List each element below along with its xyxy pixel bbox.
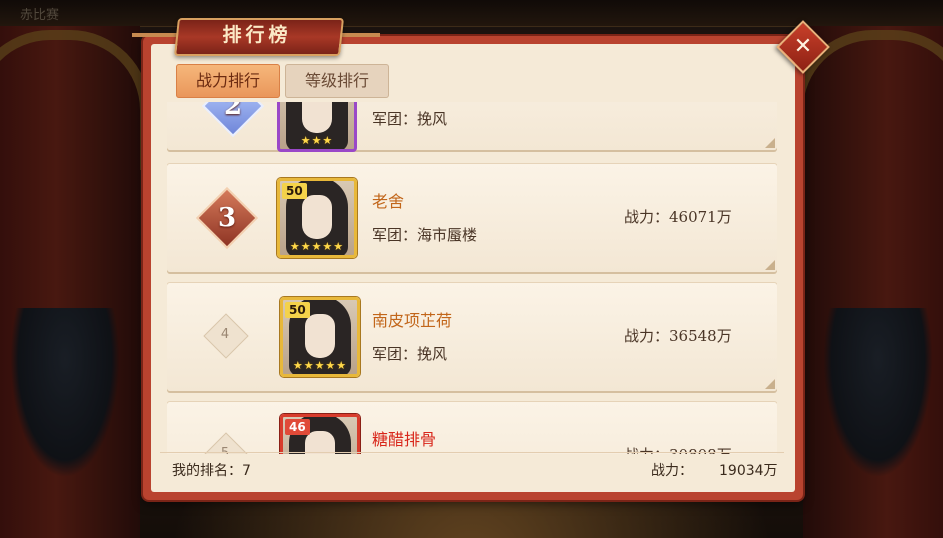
footer-divider: [160, 452, 784, 453]
player-name: 南皮项芷荷: [372, 311, 453, 330]
tab-level-ranking[interactable]: 等级排行: [285, 64, 389, 98]
ranking-row[interactable]: 4 50 ★★★★★ 南皮项芷荷 军团：挽风 战力：36548万: [167, 283, 777, 391]
player-power: 战力：46071万: [624, 208, 732, 226]
level-badge: 46: [285, 419, 310, 435]
my-power-label: 战力：: [651, 463, 693, 479]
player-power: 战力：36548万: [624, 327, 732, 345]
rank-number: 4: [220, 327, 230, 342]
ranking-row[interactable]: 5 46 糖醋排骨 战力：30808万: [167, 402, 777, 454]
ranking-row[interactable]: 3 50 ★★★★★ 老舍 军团：海市蜃楼 战力：46071万: [167, 164, 777, 272]
player-name: 糖醋排骨: [372, 430, 437, 449]
rank-number: 3: [217, 203, 237, 233]
level-badge: 50: [282, 183, 307, 199]
ranking-list[interactable]: 2 ★★★ 军团：挽风 3 50 ★★★★★ 老舍 军团：海市蜃楼 战力：460…: [167, 102, 777, 454]
my-power-value: 19034万: [719, 463, 778, 479]
player-avatar[interactable]: 46: [280, 414, 360, 454]
player-avatar[interactable]: 50 ★★★★★: [277, 178, 357, 258]
player-guild: 军团：挽风: [372, 345, 448, 363]
row-corner-decoration: [765, 138, 775, 148]
tab-power-ranking[interactable]: 战力排行: [176, 64, 280, 98]
rank-number: 2: [223, 102, 243, 121]
player-guild: 军团：挽风: [372, 110, 448, 128]
row-corner-decoration: [765, 260, 775, 270]
title-wing-left: [132, 33, 182, 37]
star-rating: ★★★: [300, 134, 334, 147]
rank-number: 5: [220, 446, 230, 454]
player-guild: 军团：海市蜃楼: [372, 226, 478, 244]
my-rank-text: 我的排名：7: [172, 463, 251, 479]
player-avatar[interactable]: 50 ★★★★★: [280, 297, 360, 377]
star-rating: ★★★★★: [289, 240, 345, 253]
star-rating: ★★★★★: [292, 359, 348, 372]
level-badge: 50: [285, 302, 310, 318]
ranking-row[interactable]: 2 ★★★ 军团：挽风: [167, 102, 777, 152]
panel-title: 排行榜: [222, 24, 292, 46]
row-corner-decoration: [765, 379, 775, 389]
player-name: 老舍: [372, 192, 405, 211]
player-avatar[interactable]: ★★★: [277, 102, 357, 152]
